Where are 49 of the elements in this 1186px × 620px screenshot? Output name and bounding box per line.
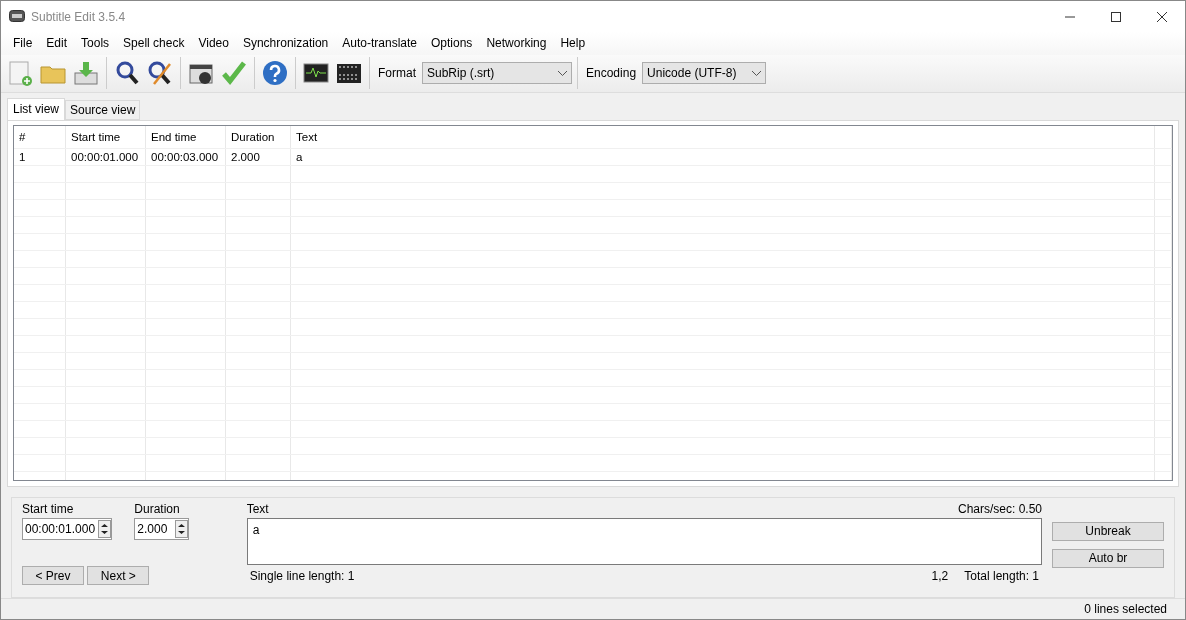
chevron-down-icon	[752, 70, 762, 76]
menu-item[interactable]: File	[6, 33, 40, 54]
menu-item[interactable]: Networking	[479, 33, 554, 54]
menu-item[interactable]: Spell check	[116, 33, 192, 54]
spin-arrows-icon[interactable]	[175, 519, 189, 538]
chars-per-sec-label: Chars/sec: 0.50	[957, 501, 1042, 516]
format-label: Format	[377, 66, 417, 81]
menu-item[interactable]: Synchronization	[235, 33, 336, 54]
format-dropdown[interactable]: SubRip (.srt)	[422, 62, 572, 85]
unbreak-button[interactable]: Unbreak	[1052, 521, 1164, 541]
menu-item[interactable]: Help	[553, 33, 593, 54]
duration-label: Duration	[134, 501, 181, 516]
menu-item[interactable]: Options	[424, 33, 480, 54]
spin-arrows-icon[interactable]	[98, 519, 111, 538]
table-cell: 00:00:01.000	[66, 148, 146, 165]
maximize-icon	[1111, 11, 1121, 22]
menu-item[interactable]: Tools	[74, 33, 117, 54]
start-time-field[interactable]: 00:00:01.000	[22, 517, 112, 540]
menu-item[interactable]: Video	[191, 33, 236, 54]
tab[interactable]: Source view	[65, 99, 141, 120]
duration-field[interactable]: 2.000	[134, 517, 190, 540]
status-text: 0 lines selected	[1084, 602, 1167, 616]
table-cell: a	[291, 148, 1155, 165]
table-cell: 1	[14, 148, 66, 165]
encoding-dropdown[interactable]: Unicode (UTF-8)	[642, 62, 767, 85]
auto-break-button[interactable]: Auto br	[1052, 548, 1164, 568]
menu-item[interactable]: Edit	[39, 33, 75, 54]
close-icon	[1157, 11, 1167, 22]
column-header[interactable]: Duration	[226, 125, 291, 148]
cursor-position: 1,2	[931, 568, 949, 583]
encoding-label: Encoding	[585, 66, 638, 81]
app-logo-icon	[9, 9, 25, 24]
prev-button[interactable]: < Prev	[22, 566, 84, 586]
tab[interactable]: List view	[7, 97, 65, 120]
column-header[interactable]: #	[14, 125, 66, 148]
single-line-length: Single line length: 1	[249, 568, 355, 583]
total-length: Total length: 1	[964, 568, 1039, 583]
next-button[interactable]: Next >	[87, 566, 150, 586]
column-header[interactable]: Start time	[66, 125, 146, 148]
menu-item[interactable]: Auto-translate	[335, 33, 424, 54]
text-label: Text	[246, 501, 269, 516]
start-time-label: Start time	[22, 501, 75, 516]
window-title: Subtitle Edit 3.5.4	[31, 9, 126, 24]
table-cell: 2.000	[226, 148, 291, 165]
chevron-down-icon	[558, 70, 567, 76]
column-header[interactable]: End time	[146, 125, 226, 148]
table-cell: 00:00:03.000	[146, 148, 226, 165]
column-header[interactable]: Text	[291, 125, 1155, 148]
text-field[interactable]: a	[246, 517, 1042, 565]
